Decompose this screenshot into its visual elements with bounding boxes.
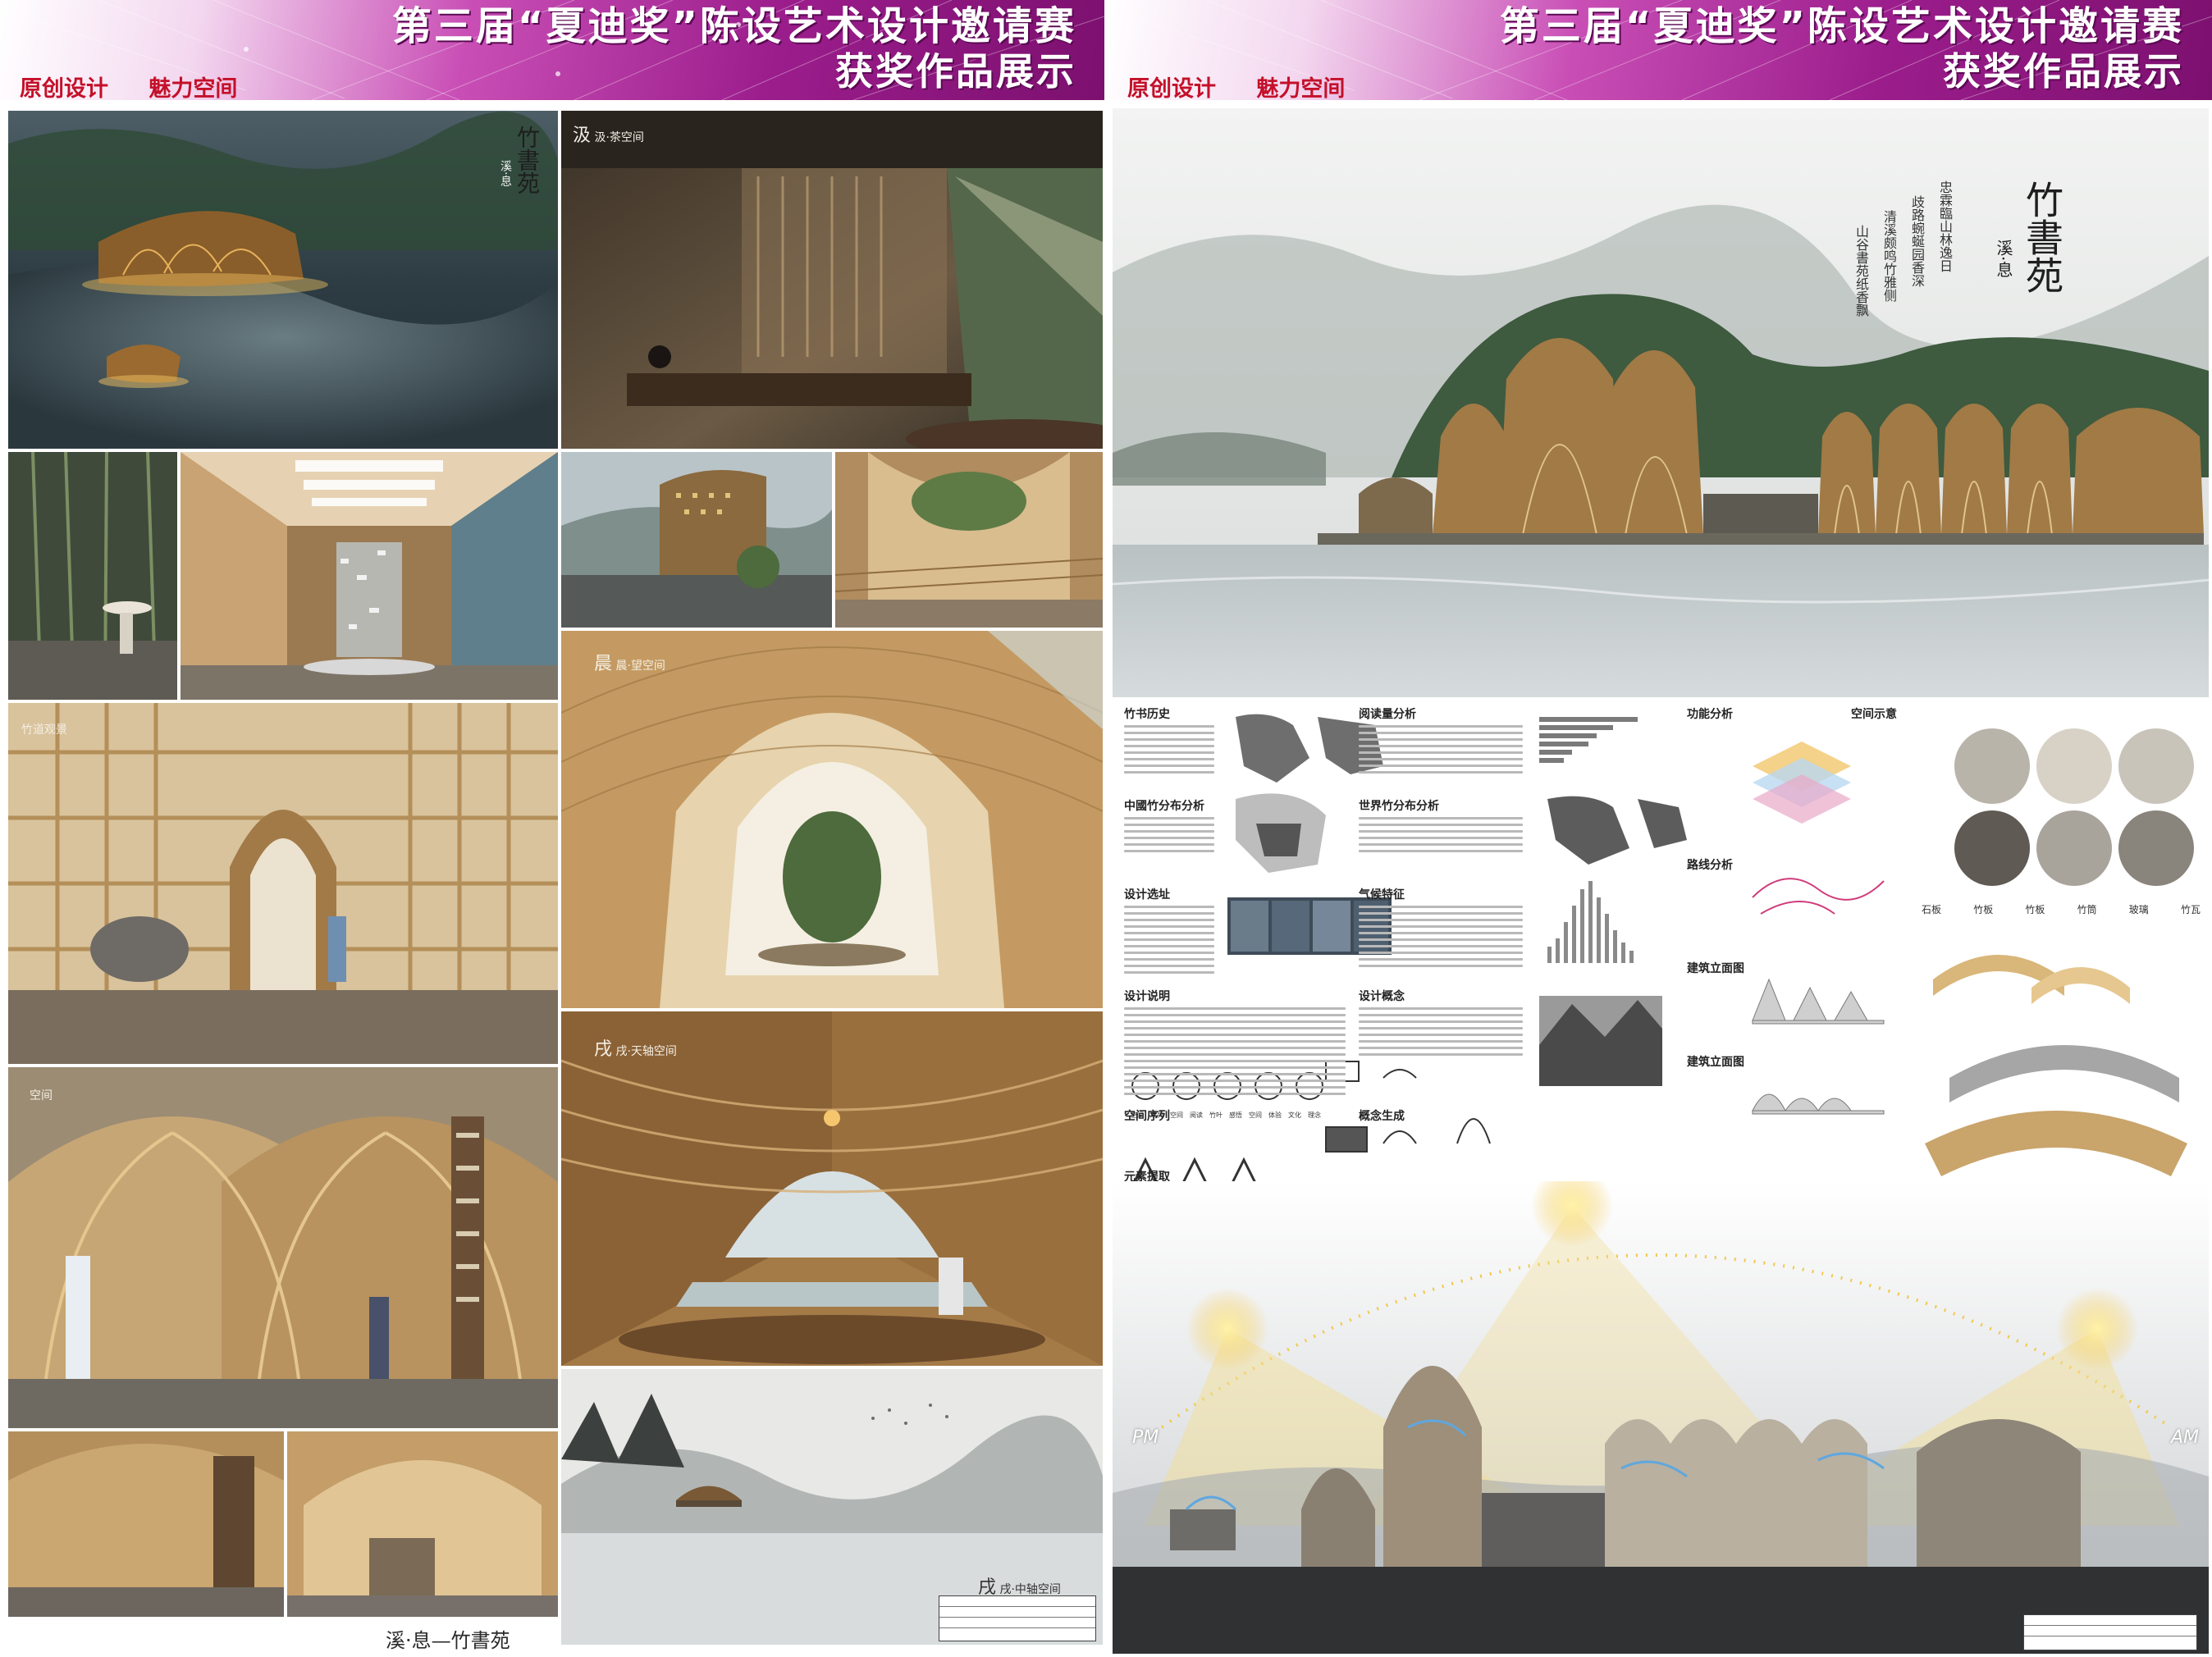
heading-reading-analysis: 阅读量分析: [1359, 708, 1416, 721]
right-slogan-charm-space: 魅力空间: [1256, 76, 1346, 102]
render-dusk-boat-ceiling: 戌 戌·天轴空间: [561, 1011, 1103, 1366]
right-title-block: [2023, 1614, 2197, 1650]
heading-china-bamboo: 中國竹分布分析: [1124, 800, 1204, 813]
right-banner-slogan: 原创设计 魅力空间: [1127, 71, 1378, 103]
right-banner: 第三届“夏迪奖”陈设艺术设计邀请赛 获奖作品展示 原创设计 魅力空间: [1108, 0, 2212, 103]
left-title-block: [939, 1595, 1096, 1641]
render-hero-perspective: 竹書苑 溪·息 忠霖臨山林逸日 歧路蜿蜒园香深 清溪颇鸣竹雅侧 山谷書苑纸香飘: [1113, 108, 2209, 697]
hero-poem-line-1: 忠霖臨山林逸日: [1937, 180, 1953, 272]
tea-room-caption: 汲 汲·茶空间: [573, 121, 644, 147]
dusk-caption: 戌 戌·天轴空间: [594, 1034, 677, 1061]
render-morning-dome: 晨 晨·望空间: [561, 631, 1103, 1008]
text-design-concept: [1359, 1007, 1523, 1060]
text-climate: [1359, 906, 1523, 971]
hero-poem: 忠霖臨山林逸日 歧路蜿蜒园香深 清溪颇鸣竹雅侧 山谷書苑纸香飘: [1851, 180, 1954, 317]
render-reading-hall: [181, 452, 558, 700]
morning-caption-char: 晨: [594, 654, 613, 674]
bamboo-path-caption: 竹道观景: [21, 724, 67, 737]
sequence-word-8: 体验: [1268, 1112, 1282, 1119]
hero-poem-line-3: 清溪颇鸣竹雅侧: [1881, 210, 1897, 302]
right-poster-board: 第三届“夏迪奖”陈设艺术设计邀请赛 获奖作品展示 原创设计 魅力空间 竹書苑 溪…: [1108, 0, 2212, 1657]
render-library-corridor-a: [8, 1431, 284, 1617]
sun-label-pm: PM: [1132, 1427, 1159, 1448]
left-footer-brand: 溪·息—竹書苑: [386, 1629, 510, 1652]
tea-room-caption-label: 汲·茶空间: [594, 131, 644, 144]
heading-route-analysis: 路线分析: [1687, 859, 1733, 872]
banner-slogan: 原创设计 魅力空间: [20, 71, 270, 103]
heading-world-bamboo: 世界竹分布分析: [1359, 800, 1439, 813]
sequence-word-6: 感悟: [1229, 1112, 1242, 1119]
text-world-bamboo: [1359, 817, 1523, 856]
text-reading-analysis: [1359, 725, 1523, 778]
render-library-corridor-b: [287, 1431, 558, 1617]
material-label-bamboo-board-2: 竹板: [2025, 904, 2045, 915]
sequence-words: 空间 序列 空间 阅读 竹叶 感悟 空间 体验 文化 理念: [1131, 1111, 1321, 1120]
render-arched-library: 空间: [8, 1067, 558, 1428]
right-slogan-original-design: 原创设计: [1127, 76, 1216, 102]
slogan-original-design: 原创设计: [20, 76, 108, 102]
heading-concept-generation: 概念生成: [1359, 1110, 1405, 1123]
render-bamboo-grid-corridor: 竹道观景: [8, 703, 558, 1064]
sequence-word-5: 竹叶: [1209, 1112, 1223, 1119]
material-label-stone: 石板: [1922, 904, 1942, 915]
hero-logo-sub: 溪·息: [1994, 240, 2013, 278]
right-banner-title-line2: 获奖作品展示: [1943, 49, 2184, 94]
text-china-bamboo: [1124, 817, 1214, 856]
banner-title-line1: 第三届“夏迪奖”陈设艺术设计邀请赛: [391, 3, 1076, 49]
material-label-glass: 玻璃: [2128, 904, 2149, 915]
material-label-bamboo-board-1: 竹板: [1973, 904, 1994, 915]
aerial-render-logo-sub: 溪·息: [499, 160, 512, 187]
heading-site-selection: 设计选址: [1124, 888, 1170, 902]
morning-caption: 晨 晨·望空间: [594, 649, 665, 675]
left-banner: 第三届“夏迪奖”陈设艺术设计邀请赛 获奖作品展示 原创设计 魅力空间: [0, 0, 1104, 103]
morning-caption-label: 晨·望空间: [615, 660, 665, 673]
render-bamboo-umbrella: [8, 452, 177, 700]
aerial-render-logo: 竹書苑: [514, 126, 541, 194]
render-ink-landscape: 戌 戌·中轴空间: [561, 1369, 1103, 1645]
dusk-caption-label: 戌·天轴空间: [615, 1045, 677, 1058]
left-poster-board: 第三届“夏迪奖”陈设艺术设计邀请赛 获奖作品展示 原创设计 魅力空间 竹書苑 溪…: [0, 0, 1104, 1657]
material-labels: 石板 竹板 竹板 竹筒 玻璃 竹瓦: [1922, 902, 2201, 916]
heading-climate: 气候特征: [1359, 888, 1405, 902]
sequence-word-10: 理念: [1308, 1112, 1321, 1119]
ink-caption-label: 戌·中轴空间: [999, 1583, 1061, 1596]
heading-function-analysis: 功能分析: [1687, 708, 1733, 721]
right-banner-title: 第三届“夏迪奖”陈设艺术设计邀请赛 获奖作品展示: [1500, 3, 2184, 94]
right-banner-title-line1: 第三届“夏迪奖”陈设艺术设计邀请赛: [1499, 3, 2184, 49]
render-tea-room: 汲 汲·茶空间: [561, 111, 1103, 449]
heading-elevation-2: 建筑立面图: [1687, 1056, 1744, 1069]
heading-space-diagram: 空间示意: [1851, 708, 1897, 721]
hero-poem-line-2: 歧路蜿蜒园香深: [1909, 195, 1925, 287]
text-design-notes: [1124, 1007, 1346, 1099]
sequence-word-3: 空间: [1170, 1112, 1183, 1119]
render-terrace: [561, 452, 832, 628]
text-site-selection: [1124, 906, 1214, 978]
material-label-bamboo-tube: 竹筒: [2077, 904, 2097, 915]
heading-elevation-1: 建筑立面图: [1687, 962, 1744, 975]
banner-title-line2: 获奖作品展示: [835, 49, 1076, 94]
render-aerial-night: 竹書苑 溪·息: [8, 111, 558, 449]
study-caption: 空间: [30, 1089, 53, 1102]
hero-logo: 竹書苑: [2020, 180, 2064, 294]
slogan-charm-space: 魅力空间: [149, 76, 238, 102]
render-section-sun-path: PM AM: [1113, 1181, 2209, 1654]
render-courtyard: [835, 452, 1103, 628]
hero-poem-line-4: 山谷書苑纸香飘: [1853, 225, 1869, 317]
dusk-caption-char: 戌: [594, 1039, 613, 1060]
material-label-bamboo-tile: 竹瓦: [2180, 904, 2201, 915]
sequence-word-7: 空间: [1249, 1112, 1262, 1119]
heading-bamboo-history: 竹书历史: [1124, 708, 1170, 721]
heading-design-notes: 设计说明: [1124, 990, 1170, 1003]
sequence-word-9: 文化: [1288, 1112, 1301, 1119]
tea-room-caption-char: 汲: [573, 126, 592, 146]
banner-title: 第三届“夏迪奖”陈设艺术设计邀请赛 获奖作品展示: [392, 3, 1076, 94]
sequence-word-4: 阅读: [1190, 1112, 1203, 1119]
text-bamboo-history: [1124, 725, 1214, 778]
sequence-word-2: 序列: [1150, 1112, 1163, 1119]
sequence-word-1: 空间: [1131, 1112, 1144, 1119]
heading-design-concept: 设计概念: [1359, 990, 1405, 1003]
sun-label-am: AM: [2171, 1427, 2200, 1448]
